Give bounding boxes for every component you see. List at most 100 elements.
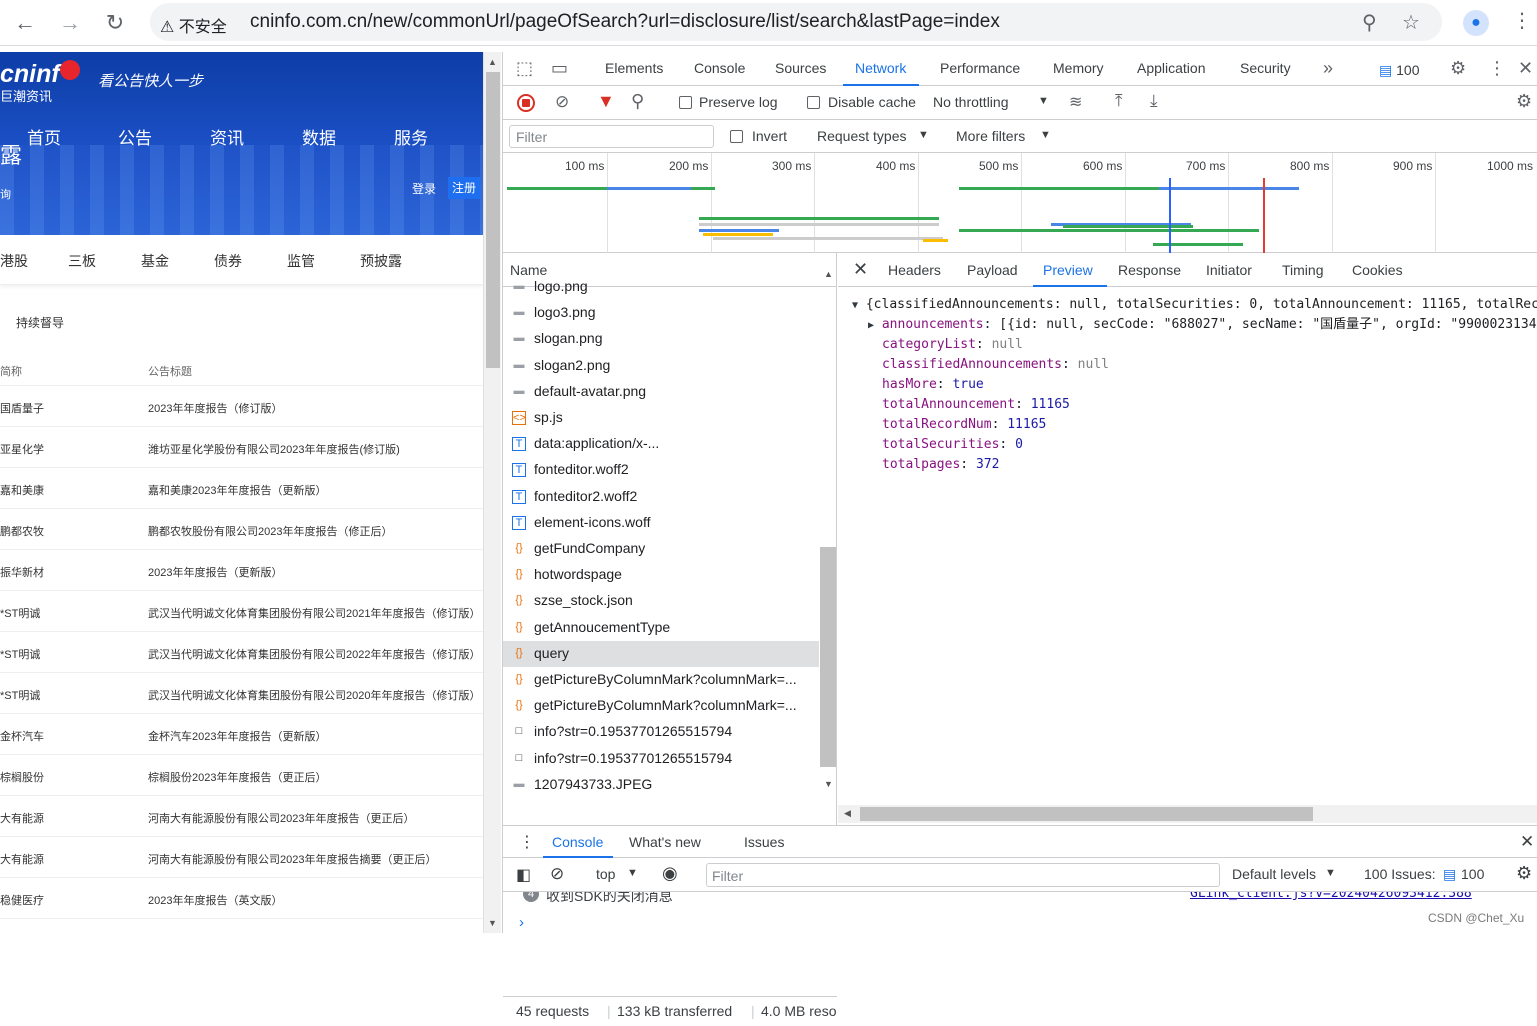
network-conditions-icon[interactable]: ≋ [1069, 92, 1082, 112]
message-source-link[interactable]: GLink_client.js?v=20240426093412:388 [1190, 892, 1472, 901]
console-filter-input[interactable]: Filter [706, 863, 1220, 887]
announcement-title-link[interactable]: 武汉当代明诚文化体育集团股份有限公司2021年年度报告（修订版） [148, 605, 480, 621]
request-row[interactable]: □ info?str=0.19537701265515794 [503, 746, 819, 772]
request-row[interactable]: {} getPictureByColumnMark?columnMark=... [503, 693, 819, 719]
devtools-menu-icon[interactable]: ⋮ [1488, 58, 1506, 79]
table-row[interactable]: 国盾量子 2023年年度报告（修订版） [0, 386, 483, 427]
request-row[interactable]: {} getPictureByColumnMark?columnMark=... [503, 667, 819, 693]
tab-sources[interactable]: Sources [775, 60, 826, 76]
security-short-name[interactable]: 嘉和美康 [0, 482, 44, 498]
nav-announcements[interactable]: 公告 [118, 124, 152, 149]
register-button[interactable]: 注册 [448, 177, 480, 199]
list-scrollbar-thumb[interactable] [820, 547, 836, 767]
more-filters-caret-icon[interactable]: ▼ [1040, 129, 1051, 141]
json-property[interactable]: totalSecurities: 0 [882, 435, 1023, 455]
tab-console[interactable]: Console [694, 60, 745, 76]
request-types-caret-icon[interactable]: ▼ [918, 129, 929, 141]
announcement-title-link[interactable]: 棕榈股份2023年年度报告（更正后） [148, 769, 326, 785]
security-short-name[interactable]: 国盾量子 [0, 400, 44, 416]
console-settings-icon[interactable]: ⚙ [1516, 863, 1532, 884]
back-icon[interactable]: ← [10, 8, 40, 38]
tab-headers[interactable]: Headers [888, 262, 941, 278]
live-expression-eye-icon[interactable]: ◉ [662, 863, 678, 884]
browser-menu-icon[interactable]: ⋮ [1512, 8, 1532, 33]
request-row[interactable]: {} szse_stock.json [503, 588, 819, 614]
request-row[interactable]: ▬ slogan2.png [503, 353, 819, 379]
close-detail-icon[interactable]: ✕ [853, 259, 868, 280]
throttling-dropdown-icon[interactable]: ▼ [1038, 95, 1049, 107]
tab-network[interactable]: Network [855, 60, 906, 76]
json-property[interactable]: hasMore: true [882, 375, 984, 395]
close-drawer-icon[interactable]: ✕ [1520, 832, 1534, 852]
security-short-name[interactable]: 大有能源 [0, 851, 44, 867]
search-icon[interactable]: ⚲ [631, 91, 644, 112]
hscroll-thumb[interactable] [860, 807, 1313, 821]
request-row[interactable]: Tfonteditor2.woff2 [503, 484, 819, 510]
security-short-name[interactable]: 稳健医疗 [0, 892, 44, 908]
table-row[interactable]: 棕榈股份 棕榈股份2023年年度报告（更正后） [0, 755, 483, 796]
network-filter-input[interactable]: Filter [509, 125, 714, 148]
announcement-title-link[interactable]: 2023年年度报告（更新版） [148, 564, 282, 580]
security-short-name[interactable]: 振华新材 [0, 564, 44, 580]
request-row[interactable]: □ info?str=0.19537701265515794 [503, 719, 819, 745]
security-short-name[interactable]: *ST明诚 [0, 605, 40, 621]
tab-application[interactable]: Application [1137, 60, 1206, 76]
security-short-name[interactable]: *ST明诚 [0, 646, 40, 662]
tab-response[interactable]: Response [1118, 262, 1181, 278]
import-har-icon[interactable]: ⤒ [1115, 91, 1123, 111]
context-caret-icon[interactable]: ▼ [627, 867, 638, 879]
site-logo[interactable]: cninf [0, 60, 60, 89]
request-row[interactable]: ▬ slogan.png [503, 326, 819, 352]
list-scroll-up-icon[interactable]: ▲ [824, 269, 833, 279]
announcement-title-link[interactable]: 嘉和美康2023年年度报告（更新版） [148, 482, 326, 498]
scroll-down-icon[interactable]: ▼ [488, 918, 497, 928]
inspect-element-icon[interactable]: ⬚ [516, 58, 533, 79]
table-row[interactable]: 金杯汽车 金杯汽车2023年年度报告（更新版） [0, 714, 483, 755]
json-root-line[interactable]: ▼ {classifiedAnnouncements: null, totalS… [852, 295, 1537, 315]
drawer-tab-whats-new[interactable]: What's new [629, 834, 701, 850]
announcement-title-link[interactable]: 2023年年度报告（英文版） [148, 892, 282, 908]
request-row[interactable]: {} query [503, 640, 819, 667]
request-row[interactable]: ▬ logo.png [503, 274, 819, 300]
request-row[interactable]: ▬ logo3.png [503, 300, 819, 326]
table-row[interactable]: 振华新材 2023年年度报告（更新版） [0, 550, 483, 591]
table-row[interactable]: *ST明诚 武汉当代明诚文化体育集团股份有限公司2020年年度报告（修订版） [0, 673, 483, 714]
bookmark-star-icon[interactable]: ☆ [1402, 10, 1420, 35]
table-row[interactable]: 嘉和美康 嘉和美康2023年年度报告（更新版） [0, 468, 483, 509]
security-short-name[interactable]: 亚星化学 [0, 441, 44, 457]
expand-triangle-icon[interactable]: ▶ [868, 320, 874, 331]
subnav-hk-stocks[interactable]: 港股 [0, 251, 28, 271]
table-row[interactable]: *ST明诚 武汉当代明诚文化体育集团股份有限公司2021年年度报告（修订版） [0, 591, 483, 632]
json-property[interactable]: totalRecordNum: 11165 [882, 415, 1046, 435]
tab-cookies[interactable]: Cookies [1352, 262, 1403, 278]
clear-icon[interactable]: ⊘ [555, 92, 569, 112]
nav-services[interactable]: 服务 [394, 124, 428, 149]
device-toolbar-icon[interactable]: ▭ [551, 58, 568, 79]
announcement-title-link[interactable]: 潍坊亚星化学股份有限公司2023年年度报告(修订版) [148, 441, 400, 457]
subnav-funds[interactable]: 基金 [141, 251, 169, 271]
json-announcements-line[interactable]: ▶ announcements: [{id: null, secCode: "6… [868, 315, 1537, 335]
network-overview-timeline[interactable]: 100 ms 200 ms 300 ms 400 ms 500 ms 600 ms 700 … [503, 153, 1537, 253]
security-short-name[interactable]: 金杯汽车 [0, 728, 44, 744]
filter-funnel-icon[interactable]: ▼ [597, 91, 615, 112]
tab-payload[interactable]: Payload [967, 262, 1018, 278]
not-secure-badge[interactable]: ⚠ 不安全 [160, 13, 227, 37]
announcement-title-link[interactable]: 河南大有能源股份有限公司2023年年度报告摘要（更正后） [148, 851, 436, 867]
message-text[interactable]: 收到SDK的关闭消息 [546, 892, 673, 906]
context-selector[interactable]: top [596, 866, 615, 882]
request-row[interactable]: {} getFundCompany [503, 536, 819, 562]
request-types-dropdown[interactable]: Request types [817, 128, 907, 144]
clear-console-icon[interactable]: ⊘ [550, 864, 564, 884]
table-row[interactable]: 大有能源 河南大有能源股份有限公司2023年年度报告摘要（更正后） [0, 837, 483, 878]
subnav-third-board[interactable]: 三板 [68, 251, 96, 271]
tab-timing[interactable]: Timing [1282, 262, 1324, 278]
network-settings-icon[interactable]: ⚙ [1516, 91, 1532, 112]
scrollbar-thumb[interactable] [486, 72, 500, 368]
disable-cache-checkbox[interactable] [807, 96, 820, 109]
login-link[interactable]: 登录 [412, 180, 436, 197]
subnav-regulation[interactable]: 监管 [287, 251, 315, 271]
drawer-tab-issues[interactable]: Issues [744, 834, 784, 850]
table-row[interactable]: 鹏都农牧 鹏都农牧股份有限公司2023年年度报告（修正后） [0, 509, 483, 550]
subnav-bonds[interactable]: 债券 [214, 251, 242, 271]
request-row[interactable]: ▬ 1207943733.JPEG [503, 772, 819, 798]
